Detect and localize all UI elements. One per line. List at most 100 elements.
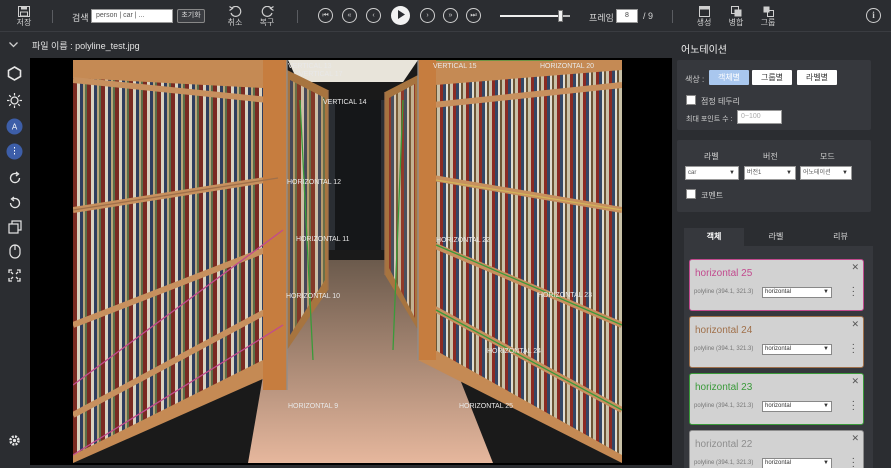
object-title: horizontal 22: [695, 439, 753, 450]
color-by-label-button[interactable]: 라벨별: [797, 70, 837, 85]
close-icon[interactable]: ✕: [851, 319, 859, 330]
max-points-label: 최대 포인트 수 :: [686, 116, 733, 123]
annotation-label: VERTICAL 13: [288, 63, 332, 70]
rotate-cw-button[interactable]: [6, 170, 23, 187]
info-icon: i: [872, 10, 875, 20]
object-list: horizontal 25 ✕ polyline (394.1, 321.3) …: [684, 246, 873, 468]
comment-checkbox[interactable]: [686, 189, 696, 199]
settings-button[interactable]: [6, 433, 23, 450]
max-points-input[interactable]: 0~100: [737, 110, 782, 124]
frame-slider-fill: [500, 15, 561, 17]
object-coordinates: polyline (394.1, 321.3): [694, 403, 754, 409]
object-type-select[interactable]: horizontal ▼: [762, 287, 832, 298]
annotation-label: HORIZONTAL 10: [286, 293, 340, 300]
undo-label: 취소: [227, 18, 243, 27]
step-back-icon: ‹: [372, 12, 375, 19]
save-label: 저장: [16, 18, 32, 27]
fast-forward-icon: »: [448, 12, 453, 19]
object-type-select[interactable]: horizontal ▼: [762, 401, 832, 412]
skip-end-button[interactable]: ⏭: [466, 8, 481, 23]
fast-back-button[interactable]: «: [342, 8, 357, 23]
step-forward-button[interactable]: ›: [420, 8, 435, 23]
chevron-down-icon: ▼: [786, 170, 792, 176]
object-title: horizontal 23: [695, 382, 753, 393]
more-icon[interactable]: · · ·: [852, 340, 855, 358]
mode-select[interactable]: 어노테이션 ▼: [800, 166, 852, 180]
more-icon[interactable]: · · ·: [852, 454, 855, 468]
skip-end-icon: ⏭: [470, 12, 477, 19]
tab-review[interactable]: 리뷰: [808, 228, 873, 246]
undo-button[interactable]: 취소: [224, 6, 246, 28]
more-icon[interactable]: · · ·: [852, 283, 855, 301]
create-button[interactable]: 생성: [693, 6, 715, 28]
reset-button[interactable]: 초기화: [177, 9, 205, 23]
fast-back-icon: «: [347, 12, 352, 19]
redo-button[interactable]: 복구: [256, 6, 278, 28]
close-icon[interactable]: ✕: [851, 262, 859, 273]
step-back-button[interactable]: ‹: [366, 8, 381, 23]
left-toolbar: A: [0, 58, 30, 468]
chevron-down-icon: ▼: [823, 403, 829, 409]
group-label: 그룹: [760, 18, 776, 27]
play-button[interactable]: [391, 6, 410, 25]
object-card[interactable]: horizontal 23 ✕ polyline (394.1, 321.3) …: [689, 373, 864, 425]
object-card[interactable]: horizontal 25 ✕ polyline (394.1, 321.3) …: [689, 259, 864, 311]
object-card[interactable]: horizontal 22 ✕ polyline (394.1, 321.3) …: [689, 430, 864, 468]
frame-input[interactable]: 8: [616, 9, 638, 23]
brightness-icon: [7, 93, 22, 110]
object-type-select[interactable]: horizontal ▼: [762, 458, 832, 468]
close-icon[interactable]: ✕: [851, 433, 859, 444]
group-button[interactable]: 그룹: [757, 6, 779, 28]
color-by-object-button[interactable]: 객체별: [709, 70, 749, 85]
save-button[interactable]: 저장: [12, 6, 36, 28]
mode-select-value: 어노테이션: [803, 170, 831, 176]
auto-label-button[interactable]: A: [6, 118, 23, 137]
color-by-group-button[interactable]: 그룹별: [752, 70, 792, 85]
object-type-select[interactable]: horizontal ▼: [762, 344, 832, 355]
object-title: horizontal 24: [695, 325, 753, 336]
rotate-cw-icon: [8, 170, 22, 187]
frame-slider[interactable]: [500, 10, 570, 22]
chevron-down-icon[interactable]: [9, 40, 18, 50]
image-canvas[interactable]: VERTICAL 13 VERTICAL 17 VERTICAL 14 VERT…: [30, 58, 672, 465]
skip-start-button[interactable]: ⏮: [318, 8, 333, 23]
version-select-value: 버전1: [747, 170, 762, 176]
magic-button[interactable]: [6, 143, 23, 161]
fit-screen-button[interactable]: [6, 268, 23, 285]
tab-objects[interactable]: 객체: [684, 228, 744, 246]
more-icon[interactable]: · · ·: [852, 397, 855, 415]
pointer-button[interactable]: [6, 244, 23, 261]
annotation-label: HORIZONTAL 9: [288, 403, 338, 410]
frame-slider-handle[interactable]: [558, 10, 564, 22]
layers-button[interactable]: [6, 219, 23, 236]
top-toolbar: 저장 검색 person | car | ... 초기화 취소 복구 ⏮ « ‹…: [0, 0, 891, 32]
redo-icon: [261, 6, 274, 17]
layers-icon: [7, 219, 22, 236]
close-icon[interactable]: ✕: [851, 376, 859, 387]
polygon-tool-button[interactable]: [6, 66, 23, 83]
object-card[interactable]: horizontal 24 ✕ polyline (394.1, 321.3) …: [689, 316, 864, 368]
fast-forward-button[interactable]: »: [443, 8, 458, 23]
mouse-icon: [8, 244, 21, 261]
fit-screen-icon: [8, 269, 21, 284]
merge-button[interactable]: 병합: [725, 6, 747, 28]
show-border-checkbox[interactable]: [686, 95, 696, 105]
version-select[interactable]: 버전1 ▼: [744, 166, 796, 180]
tab-labels[interactable]: 라벨: [744, 228, 808, 246]
object-coordinates: polyline (394.1, 321.3): [694, 289, 754, 295]
search-input[interactable]: person | car | ...: [91, 9, 173, 23]
annotation-label: HORIZONTAL 12: [287, 179, 341, 186]
frame-label: 프레임: [589, 13, 614, 23]
chevron-down-icon: ▼: [823, 346, 829, 352]
polygon-tool-icon: [7, 66, 22, 83]
rotate-ccw-button[interactable]: [6, 195, 23, 212]
label-select[interactable]: car ▼: [685, 166, 739, 180]
divider: [297, 10, 298, 23]
label-select-value: car: [688, 170, 697, 176]
color-label: 색상 :: [685, 75, 705, 84]
annotation-label: VERTICAL 14: [323, 99, 367, 106]
save-icon: [18, 6, 30, 17]
auto-label-icon: A: [6, 118, 23, 137]
info-button[interactable]: i: [866, 8, 881, 23]
brightness-button[interactable]: [6, 93, 23, 110]
